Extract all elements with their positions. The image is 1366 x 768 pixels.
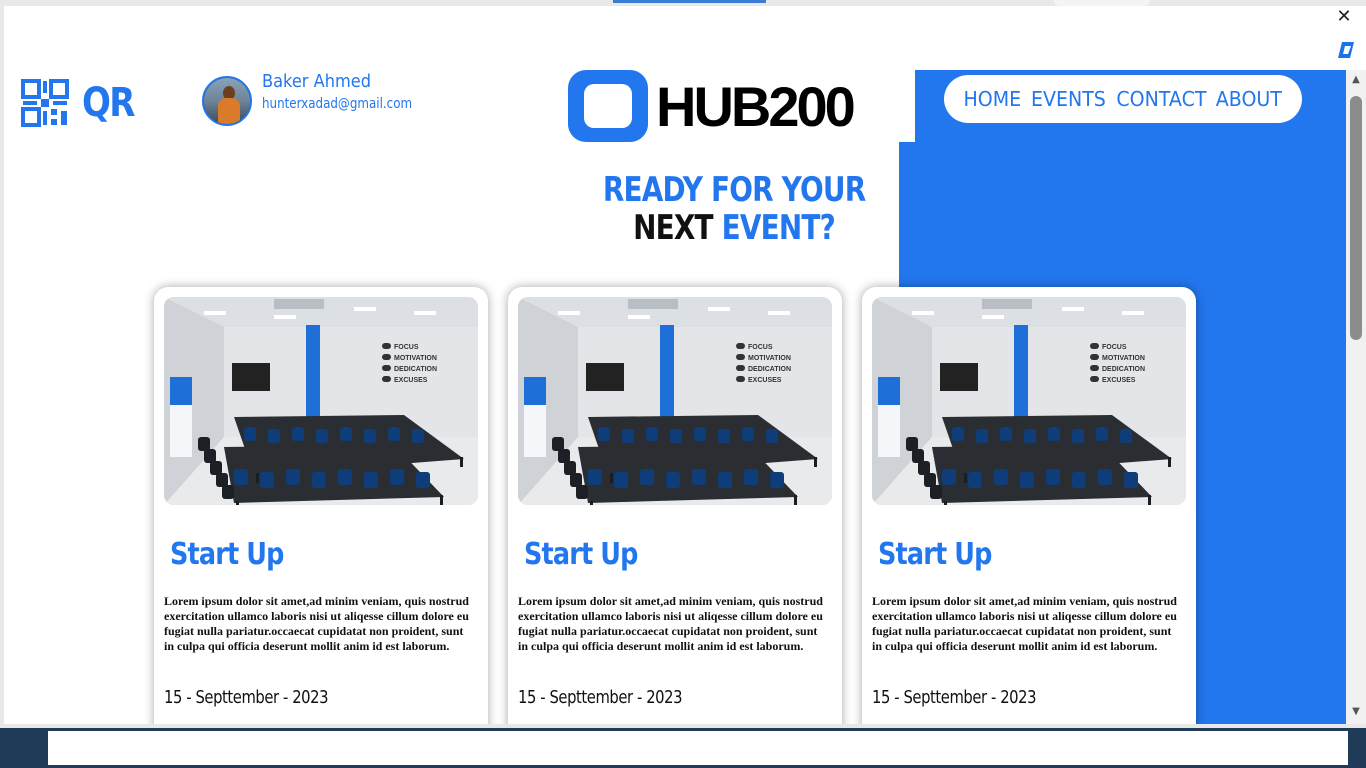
hero-line-2-blue: EVENT? xyxy=(712,208,836,248)
event-title: Start Up xyxy=(878,537,992,572)
event-card[interactable]: FOCUS MOTIVATION DEDICATION EXCUSES Start U… xyxy=(508,287,842,724)
user-name: Baker Ahmed xyxy=(262,70,372,92)
svg-text:FOCUS: FOCUS xyxy=(394,344,419,351)
event-date: 15 - Septtember - 2023 xyxy=(518,687,683,708)
taskbar-panel xyxy=(48,731,1348,765)
qr-logo-text: QR xyxy=(82,80,135,126)
event-image: FOCUS MOTIVATION DEDICATION EXCUSES xyxy=(164,297,478,505)
nav-events[interactable]: EVENTS xyxy=(1031,87,1106,111)
svg-text:FOCUS: FOCUS xyxy=(748,344,773,351)
user-info: Baker Ahmed hunterxadad@gmail.com xyxy=(262,71,439,112)
svg-text:DEDICATION: DEDICATION xyxy=(394,366,437,373)
nav-about[interactable]: ABOUT xyxy=(1216,87,1282,111)
vertical-scrollbar[interactable]: ▲ ▼ xyxy=(1346,70,1366,724)
nav-home[interactable]: HOME xyxy=(964,87,1022,111)
svg-text:MOTIVATION: MOTIVATION xyxy=(394,355,437,362)
qr-logo[interactable]: QR xyxy=(20,78,143,128)
svg-text:EXCUSES: EXCUSES xyxy=(1102,377,1136,384)
event-title: Start Up xyxy=(170,537,284,572)
event-date: 15 - Septtember - 2023 xyxy=(164,687,329,708)
event-date: 15 - Septtember - 2023 xyxy=(872,687,1037,708)
active-tab-indicator[interactable] xyxy=(613,0,766,3)
event-description: Lorem ipsum dolor sit amet,ad minim veni… xyxy=(164,594,469,653)
user-profile[interactable]: Baker Ahmed hunterxadad@gmail.com xyxy=(202,71,439,126)
hero-line-1: READY FOR YOUR xyxy=(602,170,866,210)
svg-text:MOTIVATION: MOTIVATION xyxy=(1102,355,1145,362)
event-card[interactable]: FOCUS MOTIVATION DEDICATION EXCUSES Start U… xyxy=(862,287,1196,724)
page-viewport: QR Baker Ahmed hunterxadad@gmail.com HUB… xyxy=(4,70,1346,724)
event-title: Start Up xyxy=(524,537,638,572)
hero-line-2: NEXT EVENT? xyxy=(633,208,836,248)
nav-contact[interactable]: CONTACT xyxy=(1116,87,1206,111)
hub-logo-mark-icon xyxy=(568,70,648,142)
window-header xyxy=(4,6,1338,70)
scroll-up-icon[interactable]: ▲ xyxy=(1346,74,1366,88)
scroll-down-icon[interactable]: ▼ xyxy=(1346,706,1366,720)
svg-text:FOCUS: FOCUS xyxy=(1102,344,1127,351)
qr-code-icon xyxy=(21,79,69,127)
user-email: hunterxadad@gmail.com xyxy=(262,95,413,112)
main-nav: HOME EVENTS CONTACT ABOUT xyxy=(944,75,1302,123)
scrollbar-thumb[interactable] xyxy=(1350,96,1362,340)
avatar[interactable] xyxy=(202,76,252,126)
event-description: Lorem ipsum dolor sit amet,ad minim veni… xyxy=(872,594,1177,653)
event-card[interactable]: FOCUS MOTIVATION DEDICATION EXCUSES Start U… xyxy=(154,287,488,724)
hero-heading: READY FOR YOUR NEXT EVENT? xyxy=(564,170,904,248)
event-image: FOCUS MOTIVATION DEDICATION EXCUSES xyxy=(872,297,1186,505)
svg-text:EXCUSES: EXCUSES xyxy=(394,377,428,384)
side-app-icon[interactable] xyxy=(1336,40,1358,60)
svg-text:MOTIVATION: MOTIVATION xyxy=(748,355,791,362)
hero-line-2-dark: NEXT xyxy=(633,208,713,248)
svg-text:EXCUSES: EXCUSES xyxy=(748,377,782,384)
close-icon[interactable]: ✕ xyxy=(1332,6,1356,28)
event-image: FOCUS MOTIVATION DEDICATION EXCUSES xyxy=(518,297,832,505)
svg-text:DEDICATION: DEDICATION xyxy=(1102,366,1145,373)
hub-logo-text: HUB200 xyxy=(656,74,856,138)
event-description: Lorem ipsum dolor sit amet,ad minim veni… xyxy=(518,594,823,653)
hub-logo[interactable]: HUB200 xyxy=(568,70,915,142)
svg-text:DEDICATION: DEDICATION xyxy=(748,366,791,373)
